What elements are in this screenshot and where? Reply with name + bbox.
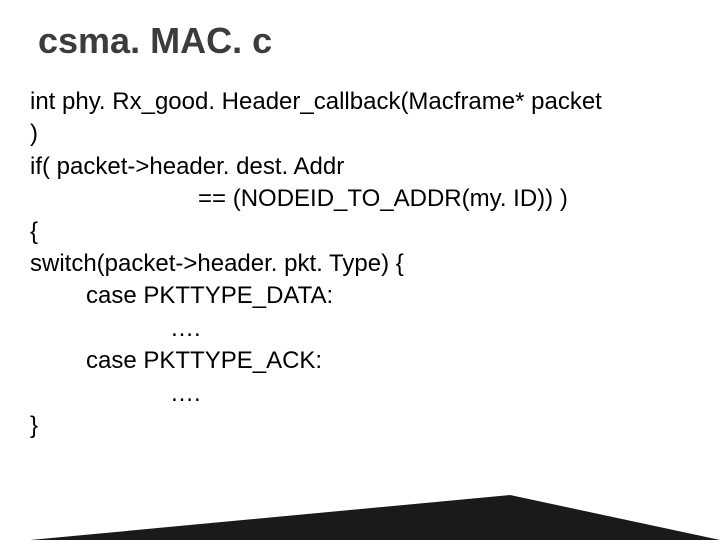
- code-line-8: ….: [30, 313, 690, 345]
- code-line-1: int phy. Rx_good. Header_callback(Macfra…: [30, 86, 690, 118]
- code-line-5: {: [30, 216, 690, 248]
- code-line-11: }: [30, 410, 690, 442]
- code-line-10: ….: [30, 378, 690, 410]
- code-line-7: case PKTTYPE_DATA:: [30, 280, 690, 312]
- code-line-9: case PKTTYPE_ACK:: [30, 345, 690, 377]
- code-line-2: ): [30, 118, 690, 150]
- slide-container: csma. MAC. c int phy. Rx_good. Header_ca…: [0, 0, 720, 540]
- code-block: int phy. Rx_good. Header_callback(Macfra…: [30, 86, 690, 442]
- decorative-bottom-shape: [0, 460, 720, 540]
- code-line-3: if( packet->header. dest. Addr: [30, 151, 690, 183]
- code-line-6: switch(packet->header. pkt. Type) {: [30, 248, 690, 280]
- code-line-4: == (NODEID_TO_ADDR(my. ID)) ): [30, 183, 690, 215]
- slide-title: csma. MAC. c: [38, 20, 690, 62]
